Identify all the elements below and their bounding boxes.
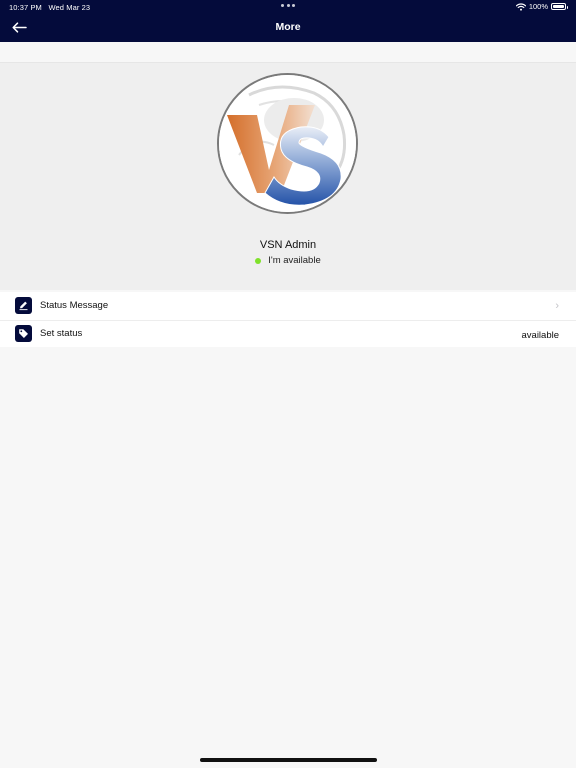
- multitasking-dots-icon[interactable]: [281, 4, 295, 8]
- edit-icon: [15, 297, 32, 315]
- status-dot-icon: [255, 257, 262, 264]
- vs-logo-image: [219, 75, 356, 212]
- page-title: More: [275, 21, 301, 33]
- avatar[interactable]: [217, 73, 358, 214]
- status-bar-time: 10:37 PM Wed Mar 23: [9, 3, 90, 12]
- battery-icon: [551, 3, 568, 10]
- presence-status: I'm available: [0, 255, 576, 266]
- set-status-row[interactable]: Set status available: [0, 319, 576, 347]
- top-bar: 10:37 PM Wed Mar 23 100% More: [0, 0, 576, 42]
- status-date: Wed Mar 23: [48, 3, 91, 12]
- status-bar-right: 100%: [515, 2, 568, 11]
- settings-list: Status Message › Set status available: [0, 292, 576, 347]
- tag-icon: [15, 325, 32, 343]
- set-status-value: available: [521, 329, 560, 341]
- wifi-icon: [515, 2, 526, 11]
- status-message-row[interactable]: Status Message ›: [0, 292, 576, 320]
- chevron-right-icon: ›: [555, 300, 559, 312]
- home-indicator[interactable]: [200, 758, 377, 762]
- presence-status-text: I'm available: [268, 255, 321, 266]
- status-message-label: Status Message: [40, 300, 109, 312]
- profile-name: VSN Admin: [259, 239, 317, 251]
- battery-percent: 100%: [528, 2, 548, 11]
- profile-header: VSN Admin I'm available: [0, 62, 576, 290]
- status-time: 10:37 PM: [9, 3, 42, 12]
- more-screen: 10:37 PM Wed Mar 23 100% More VSN Admin …: [0, 0, 576, 768]
- set-status-label: Set status: [40, 328, 83, 340]
